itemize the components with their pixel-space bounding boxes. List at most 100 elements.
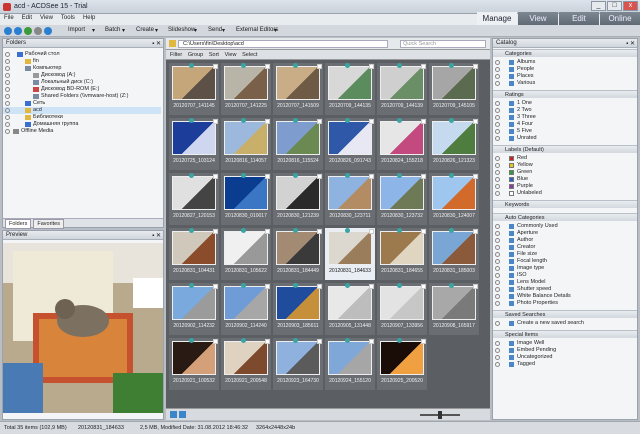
thumbnail-item[interactable]: 20120831_184633 [325,228,375,280]
slider-handle[interactable] [438,411,442,419]
tag-checkbox[interactable] [421,284,426,289]
label-item[interactable]: Red [493,155,637,162]
tag-checkbox[interactable] [317,229,322,234]
tag-checkbox[interactable] [213,339,218,344]
thumbnail-item[interactable]: 20120816_115524 [273,118,323,170]
selector-checkbox[interactable] [495,122,500,127]
saved-searches-section[interactable]: Saved Searches [493,310,637,318]
tag-checkbox[interactable] [265,284,270,289]
selector-checkbox[interactable] [495,108,500,113]
thumbnail-item[interactable]: 20120707_141509 [273,63,323,115]
label-item[interactable]: Purple [493,183,637,190]
thumbnail-item[interactable]: 20120824_155218 [377,118,427,170]
tag-checkbox[interactable] [213,64,218,69]
tab-online[interactable]: Online [600,12,640,26]
selector-checkbox[interactable] [495,60,500,65]
selector-checkbox[interactable] [495,259,500,264]
thumbnail-item[interactable]: 20120905_131448 [325,283,375,335]
thumbnail-item[interactable]: 20120830_123732 [377,173,427,225]
batch-button[interactable]: Batch [105,27,120,33]
path-input[interactable]: C:\Users\fin\Desktop\acd [178,40,388,48]
thumbnail-item[interactable]: 20120709_144139 [377,63,427,115]
selector-checkbox[interactable] [495,170,500,175]
selector-checkbox[interactable] [495,273,500,278]
tag-checkbox[interactable] [213,229,218,234]
rating-item[interactable]: Unrated [493,135,637,142]
tag-checkbox[interactable] [369,174,374,179]
zoom-icon[interactable] [179,411,186,418]
tag-checkbox[interactable] [369,339,374,344]
keywords-section[interactable]: Keywords [493,200,637,208]
menu-help[interactable]: Help [79,14,99,22]
tag-checkbox[interactable] [421,339,426,344]
tree-item[interactable]: Домашняя группа [3,121,161,128]
auto-category-item[interactable]: Aperture [493,230,637,237]
minimize-button[interactable]: _ [591,1,606,11]
thumbnail-item[interactable]: 20120902_114240 [221,283,271,335]
tag-checkbox[interactable] [213,174,218,179]
menu-file[interactable]: File [0,14,18,22]
auto-category-item[interactable]: ISO [493,272,637,279]
tag-checkbox[interactable] [213,284,218,289]
filter-menu[interactable]: Filter [170,52,182,58]
selector-checkbox[interactable] [495,321,500,326]
tree-item[interactable]: Локальный диск (C:) [3,79,161,86]
tab-favorites[interactable]: Favorites [33,219,64,229]
send-button[interactable]: Send [208,27,222,33]
tag-checkbox[interactable] [369,64,374,69]
selector-checkbox[interactable] [5,66,10,71]
selector-checkbox[interactable] [495,231,500,236]
tree-item[interactable]: Библиотеки [3,114,161,121]
menu-edit[interactable]: Edit [18,14,36,22]
tag-checkbox[interactable] [317,64,322,69]
category-item[interactable]: Places [493,73,637,80]
thumbnail-item[interactable]: 20120830_121239 [273,173,323,225]
thumbnail-item[interactable]: 20120925_200520 [377,338,427,390]
tag-checkbox[interactable] [265,229,270,234]
thumbnail-item[interactable]: 20120707_141145 [169,63,219,115]
thumbnail-item[interactable]: 20120707_141225 [221,63,271,115]
selector-checkbox[interactable] [495,280,500,285]
tag-checkbox[interactable] [265,339,270,344]
tree-item[interactable]: Рабочий стол [3,51,161,58]
tab-manage[interactable]: Manage [477,12,517,26]
categories-section[interactable]: Categories [493,49,637,57]
selector-checkbox[interactable] [495,301,500,306]
thumbnail-item[interactable]: 20120831_105622 [221,228,271,280]
selector-checkbox[interactable] [495,115,500,120]
import-button[interactable]: Import [68,27,85,33]
home-icon[interactable] [44,27,52,35]
selector-checkbox[interactable] [495,191,500,196]
thumbnail-item[interactable]: 20120826_091743 [325,118,375,170]
selector-checkbox[interactable] [495,129,500,134]
selector-checkbox[interactable] [5,87,10,92]
thumbnail-item[interactable]: 20120908_165917 [429,283,479,335]
selector-checkbox[interactable] [495,266,500,271]
auto-category-item[interactable]: Creator [493,244,637,251]
thumbnail-item[interactable]: 20120830_123711 [325,173,375,225]
selector-checkbox[interactable] [5,80,10,85]
thumbnail-item[interactable]: 20120902_114232 [169,283,219,335]
up-icon[interactable] [24,27,32,35]
selector-checkbox[interactable] [495,184,500,189]
special-item[interactable]: Embed Pending [493,347,637,354]
auto-category-item[interactable]: White Balance Details [493,293,637,300]
thumbnail-item[interactable]: 20120831_184449 [273,228,323,280]
auto-category-item[interactable]: Image type [493,265,637,272]
tag-checkbox[interactable] [265,64,270,69]
selector-checkbox[interactable] [495,81,500,86]
rating-item[interactable]: 3 Three [493,114,637,121]
special-item[interactable]: Tagged [493,361,637,368]
rating-item[interactable]: 4 Four [493,121,637,128]
tag-checkbox[interactable] [317,119,322,124]
selector-checkbox[interactable] [5,59,10,64]
selector-checkbox[interactable] [495,224,500,229]
selector-checkbox[interactable] [5,115,10,120]
selector-checkbox[interactable] [495,252,500,257]
category-item[interactable]: People [493,66,637,73]
category-item[interactable]: Albums [493,59,637,66]
special-item[interactable]: Uncategorized [493,354,637,361]
selector-checkbox[interactable] [495,294,500,299]
thumbnail-item[interactable]: 20120921_200548 [221,338,271,390]
tree-item[interactable]: fin [3,58,161,65]
